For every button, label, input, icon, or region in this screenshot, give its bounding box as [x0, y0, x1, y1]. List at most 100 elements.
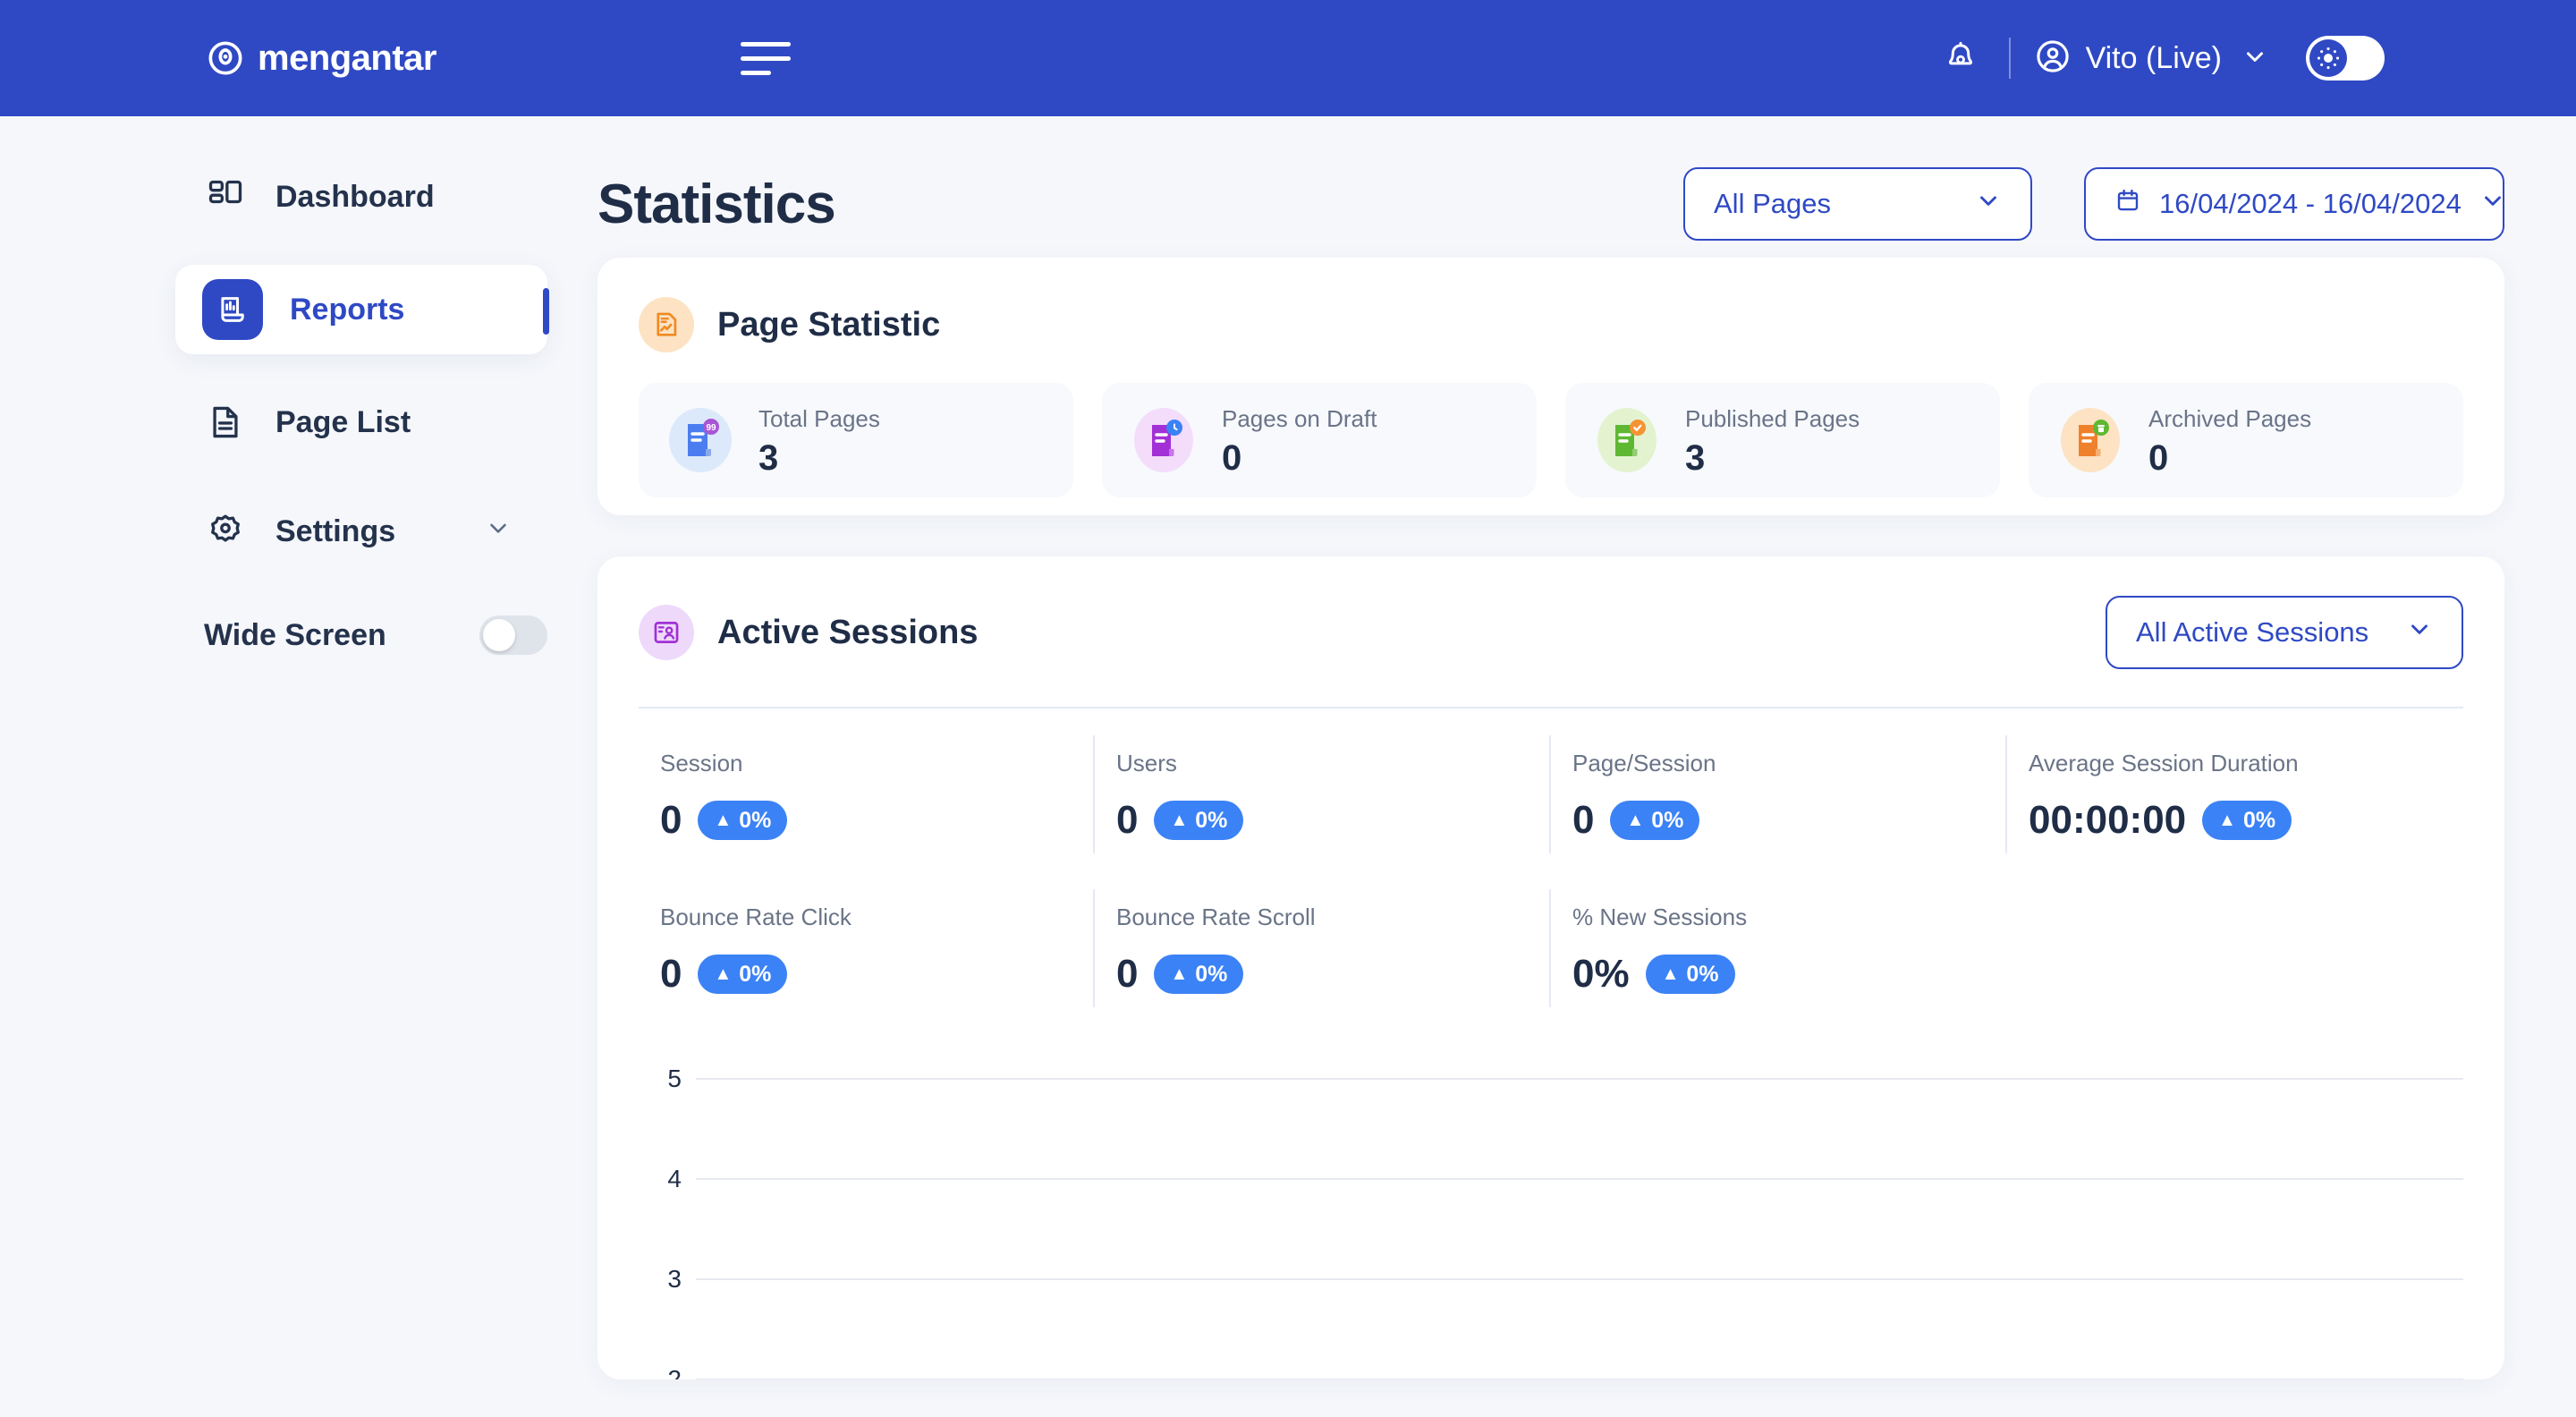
stat-box-pages-on-draft[interactable]: Pages on Draft 0 — [1102, 383, 1537, 497]
svg-text:99: 99 — [706, 423, 716, 433]
document-orange-icon — [2052, 402, 2129, 479]
metric-value: 00:00:00 — [2029, 798, 2187, 842]
section-divider — [639, 707, 2463, 708]
user-name: Vito (Live) — [2085, 40, 2222, 75]
stat-box-archived-pages[interactable]: Archived Pages 0 — [2029, 383, 2463, 497]
bell-icon[interactable] — [1936, 33, 1986, 83]
stat-label: Archived Pages — [2148, 404, 2312, 432]
chart-gridline — [696, 1078, 2463, 1080]
chart-ytick: 2 — [667, 1365, 682, 1379]
active-sessions-filter-value: All Active Sessions — [2136, 616, 2369, 648]
document-blue-icon: 99 — [662, 402, 739, 479]
reports-chart-icon — [202, 279, 263, 340]
chevron-down-icon — [2241, 43, 2268, 74]
triangle-up-icon: ▲ — [1661, 964, 1680, 984]
active-sessions-header: Active Sessions All Active Sessions — [597, 556, 2504, 669]
sidebar-item-dashboard[interactable]: Dashboard — [175, 156, 551, 238]
hamburger-menu-icon[interactable] — [741, 38, 791, 78]
sidebar-item-label: Page List — [275, 404, 411, 439]
date-range-value: 16/04/2024 - 16/04/2024 — [2159, 188, 2462, 219]
stat-value: 0 — [1222, 437, 1242, 478]
triangle-up-icon: ▲ — [1170, 810, 1189, 830]
page-title: Statistics — [597, 173, 836, 235]
page-statistic-card: Page Statistic 99 Total Pages 3 Pages on… — [597, 258, 2504, 515]
active-indicator-bar — [543, 288, 549, 335]
header-divider — [2008, 38, 2011, 79]
chart-gridline — [696, 1278, 2463, 1280]
chart-ytick: 4 — [667, 1165, 682, 1192]
triangle-up-icon: ▲ — [1626, 810, 1645, 830]
badge-value: 0% — [1651, 807, 1684, 833]
brand[interactable]: mengantar — [208, 38, 437, 79]
sidebar: Dashboard Reports Page List Settings Wid… — [0, 116, 590, 1417]
metric-label: Users — [1116, 750, 1177, 776]
metric-label: % New Sessions — [1572, 904, 1748, 930]
document-purple-icon — [1125, 402, 1202, 479]
status-badge: ▲ 0% — [2202, 801, 2292, 840]
top-bar: mengantar Vito (Live) — [0, 0, 2576, 116]
metric-value: 0 — [1572, 798, 1595, 842]
chart-gridline-row: 2 — [639, 1365, 2463, 1379]
stat-label: Published Pages — [1685, 404, 1860, 432]
chevron-down-icon — [1975, 187, 2002, 221]
triangle-up-icon: ▲ — [1170, 964, 1189, 984]
status-badge: ▲ 0% — [1610, 801, 1700, 840]
triangle-up-icon: ▲ — [2218, 810, 2236, 830]
wide-screen-toggle[interactable] — [479, 615, 547, 655]
sidebar-item-page-list[interactable]: Page List — [175, 381, 551, 463]
stat-label: Pages on Draft — [1222, 404, 1377, 432]
document-green-icon — [1589, 402, 1665, 479]
metric-value: 0 — [1116, 952, 1139, 996]
status-badge: ▲ 0% — [1645, 955, 1735, 994]
metric-session: Session 0 ▲ 0% — [639, 717, 1095, 871]
badge-value: 0% — [739, 961, 772, 987]
badge-value: 0% — [1195, 961, 1228, 987]
sidebar-item-settings[interactable]: Settings — [175, 490, 551, 573]
pages-filter-value: All Pages — [1714, 188, 1831, 219]
gear-badge-icon — [204, 510, 247, 553]
metric-value: 0 — [660, 798, 682, 842]
chart-gridline — [696, 1178, 2463, 1180]
chevron-down-icon — [485, 514, 512, 549]
theme-toggle[interactable] — [2306, 36, 2385, 81]
stat-value: 3 — [1685, 437, 1706, 478]
metric-value: 0% — [1572, 952, 1630, 996]
stat-box-total-pages[interactable]: 99 Total Pages 3 — [639, 383, 1073, 497]
toggle-knob — [483, 619, 515, 651]
chart-gridline-row: 4 — [639, 1165, 2463, 1193]
badge-value: 0% — [739, 807, 772, 833]
status-badge: ▲ 0% — [698, 955, 788, 994]
page-statistic-icon — [639, 297, 694, 352]
sidebar-item-reports[interactable]: Reports — [175, 265, 549, 354]
metric-value: 0 — [1116, 798, 1139, 842]
user-circle-icon — [2034, 38, 2072, 80]
date-range-select[interactable]: 16/04/2024 - 16/04/2024 — [2084, 167, 2504, 241]
badge-value: 0% — [2242, 807, 2276, 833]
metric-label: Average Session Duration — [2029, 750, 2299, 776]
badge-value: 0% — [1195, 807, 1228, 833]
wide-screen-row: Wide Screen — [175, 615, 547, 655]
status-badge: ▲ 0% — [1154, 801, 1244, 840]
metric-label: Bounce Rate Scroll — [1116, 904, 1316, 930]
stat-box-published-pages[interactable]: Published Pages 3 — [1565, 383, 2000, 497]
sidebar-item-label: Dashboard — [275, 179, 435, 214]
chart-gridline-row: 3 — [639, 1265, 2463, 1294]
sun-icon — [2309, 39, 2347, 77]
brand-name: mengantar — [258, 38, 437, 78]
metric-label: Bounce Rate Click — [660, 904, 852, 930]
sidebar-item-label: Reports — [290, 292, 405, 327]
active-sessions-filter-select[interactable]: All Active Sessions — [2106, 596, 2463, 669]
page-statistic-stats: 99 Total Pages 3 Pages on Draft 0 Publis… — [597, 352, 2504, 497]
calendar-icon — [2114, 187, 2141, 221]
badge-value: 0% — [1686, 961, 1719, 987]
pages-filter-select[interactable]: All Pages — [1683, 167, 2032, 241]
chart-ytick: 3 — [667, 1265, 682, 1293]
main-content: Statistics All Pages 16/04/2024 - 16/04/… — [590, 116, 2576, 1417]
chart-gridline-row: 5 — [639, 1065, 2463, 1093]
metric-percent-new-sessions: % New Sessions 0% ▲ 0% — [1551, 871, 2007, 1025]
triangle-up-icon: ▲ — [714, 810, 733, 830]
dashboard-grid-icon — [204, 175, 247, 218]
page-statistic-title: Page Statistic — [717, 305, 941, 344]
user-menu[interactable]: Vito (Live) — [2034, 38, 2268, 80]
